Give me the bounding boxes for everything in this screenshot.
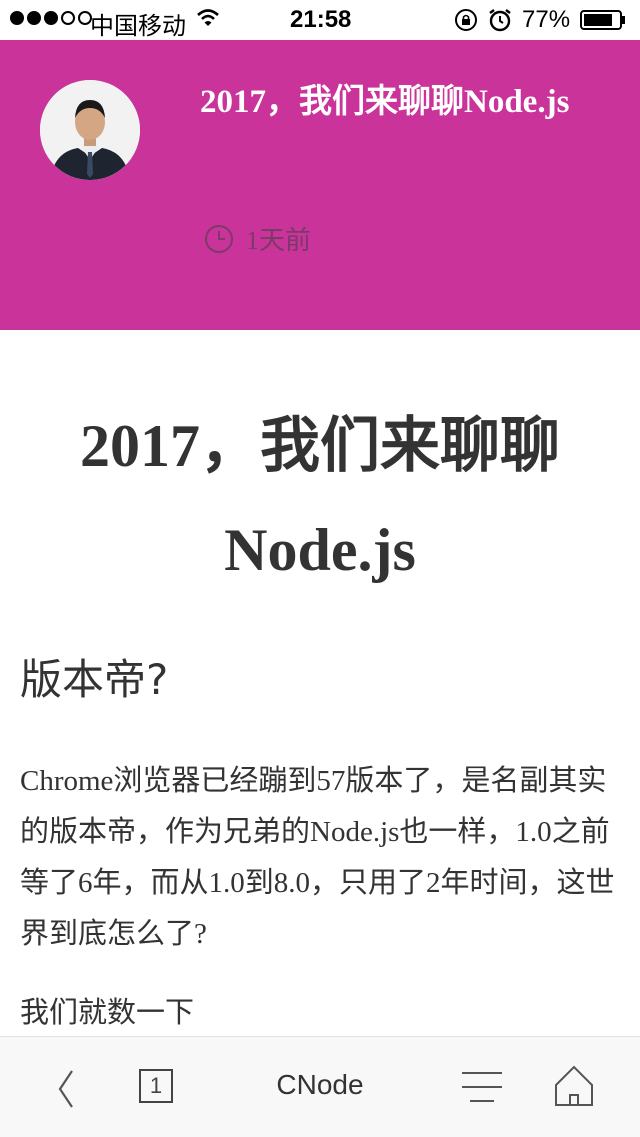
article-paragraph: 我们就数一下 <box>20 997 195 1029</box>
orientation-lock-icon <box>455 9 477 31</box>
alarm-icon <box>489 9 511 32</box>
wifi-icon <box>197 9 219 26</box>
clock-icon <box>205 224 233 253</box>
toolbar-title: CNode <box>276 1069 364 1100</box>
article-paragraph: Chrome浏览器已经蹦到57版本了，是名副其实的版本帝，作为兄弟的Node.j… <box>20 765 615 950</box>
carrier-label: 中国移动 <box>90 13 186 40</box>
time-ago-label: 1天前 <box>246 226 312 255</box>
author-avatar[interactable] <box>40 80 140 180</box>
menu-icon[interactable] <box>460 1069 504 1105</box>
author-photo-icon <box>40 80 140 180</box>
hero-title: 2017，我们来聊聊Node.js <box>200 84 570 120</box>
article-title: 2017，我们来聊聊Node.js <box>80 413 560 583</box>
chevron-left-icon[interactable] <box>48 1067 84 1111</box>
browser-toolbar: 1 CNode <box>0 1036 640 1137</box>
signal-strength-icon <box>10 11 92 25</box>
battery-icon <box>580 10 625 30</box>
tabs-button[interactable]: 1 <box>139 1069 173 1103</box>
home-icon[interactable] <box>552 1063 596 1107</box>
status-time: 21:58 <box>290 6 352 33</box>
article-header-banner: 2017，我们来聊聊Node.js 1天前 <box>0 40 640 330</box>
status-bar: 中国移动 21:58 77% <box>0 0 640 40</box>
publish-time: 1天前 <box>204 220 311 257</box>
section-heading: 版本帝? <box>20 655 169 704</box>
battery-percentage: 77% <box>522 6 571 33</box>
